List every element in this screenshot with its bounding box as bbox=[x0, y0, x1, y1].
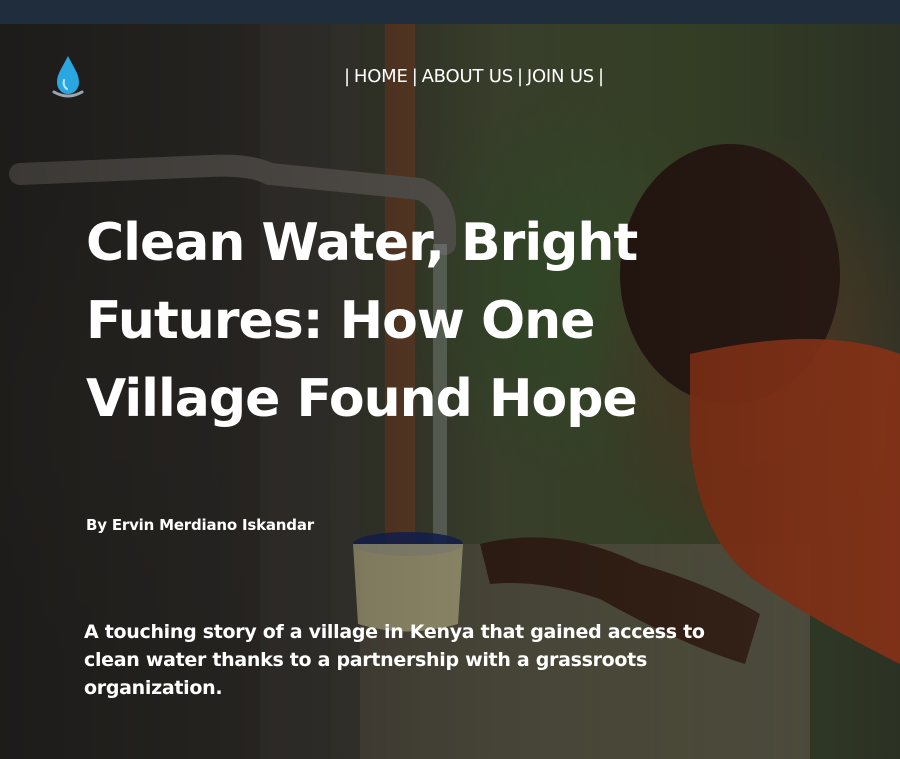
article-title: Clean Water, Bright Futures: How One Vil… bbox=[86, 213, 638, 429]
hero-banner: | HOME | ABOUT US | JOIN US | Clean Wate… bbox=[0, 24, 900, 759]
nav-link-about-us[interactable]: ABOUT US bbox=[422, 66, 514, 87]
nav-separator: | bbox=[516, 65, 523, 87]
nav-separator: | bbox=[344, 65, 350, 87]
article-summary: A touching story of a village in Kenya t… bbox=[84, 621, 705, 699]
main-nav: | HOME | ABOUT US | JOIN US | bbox=[340, 62, 608, 90]
water-drop-icon[interactable] bbox=[50, 54, 86, 102]
nav-separator: | bbox=[598, 65, 604, 87]
nav-link-home[interactable]: HOME bbox=[354, 66, 408, 87]
nav-link-join-us[interactable]: JOIN US bbox=[527, 66, 594, 87]
article-byline: By Ervin Merdiano Iskandar bbox=[86, 516, 314, 534]
nav-separator: | bbox=[411, 65, 418, 87]
top-bar bbox=[0, 0, 900, 24]
